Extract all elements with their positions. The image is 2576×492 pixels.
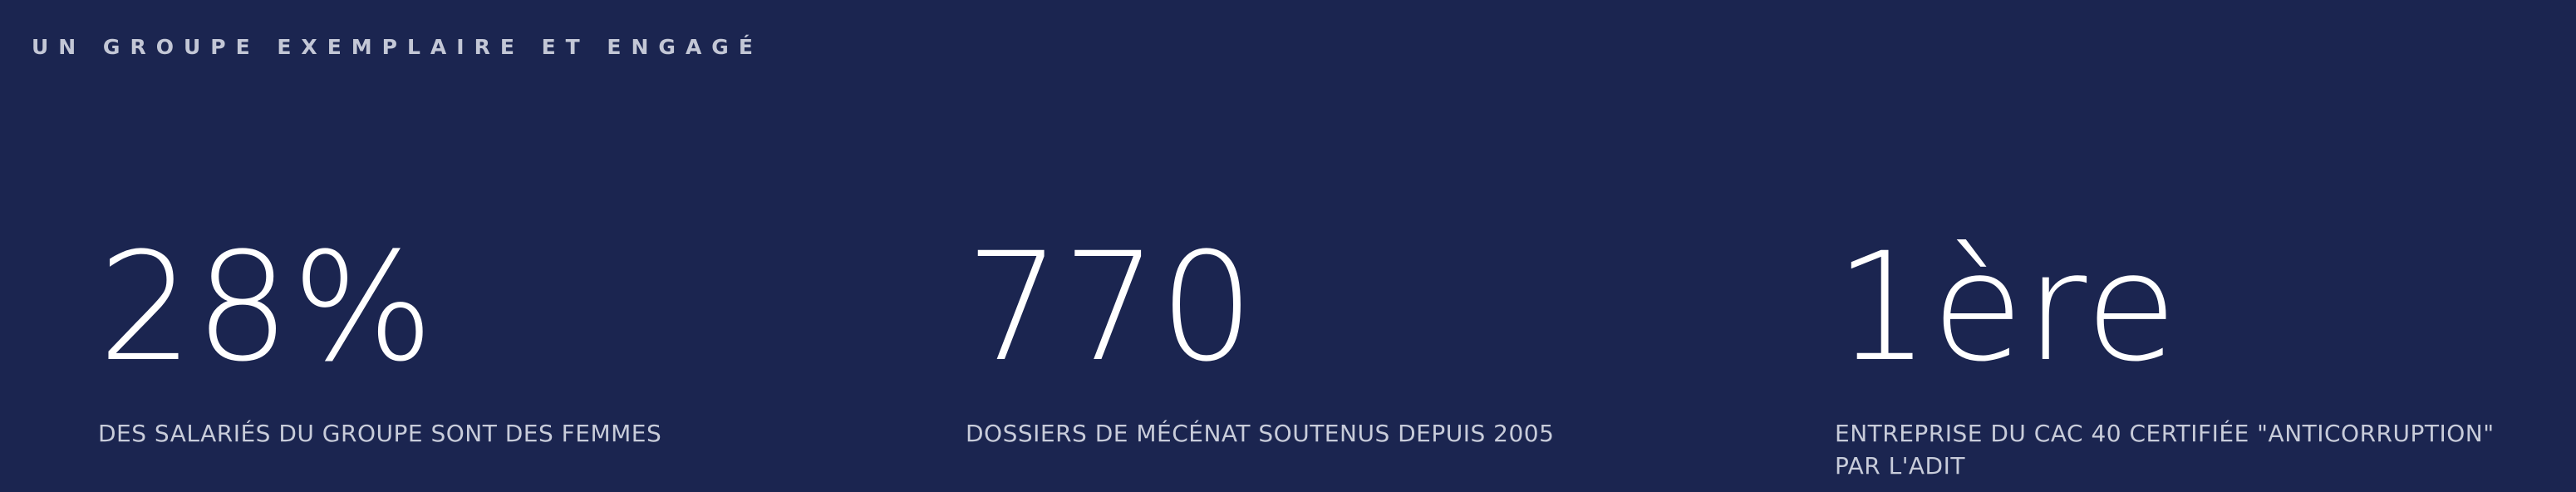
stat-label: DES SALARIÉS DU GROUPE SONT DES FEMMES [98, 417, 846, 450]
stat-label-line: DOSSIERS DE MÉCÉNAT SOUTENUS DEPUIS 2005 [966, 420, 1555, 447]
stat-value: 28% [98, 221, 436, 395]
stat-anticorruption-certification: 1ère ENTREPRISE DU CAC 40 CERTIFIÉE "ANT… [1835, 229, 2576, 482]
stat-value: 1ère [1835, 221, 2180, 395]
stat-label: ENTREPRISE DU CAC 40 CERTIFIÉE "ANTICORR… [1835, 417, 2576, 482]
stat-label: DOSSIERS DE MÉCÉNAT SOUTENUS DEPUIS 2005 [966, 417, 1713, 450]
stat-patronage-projects: 770 DOSSIERS DE MÉCÉNAT SOUTENUS DEPUIS … [966, 229, 1713, 450]
engagement-section: UN GROUPE EXEMPLAIRE ET ENGAGÉ 28% DES S… [0, 0, 2576, 492]
stat-label-line: DES SALARIÉS DU GROUPE SONT DES FEMMES [98, 420, 662, 447]
stat-label-line: ENTREPRISE DU CAC 40 CERTIFIÉE "ANTICORR… [1835, 420, 2495, 447]
stat-label-line: PAR L'ADIT [1835, 452, 1965, 480]
stat-women-employees: 28% DES SALARIÉS DU GROUPE SONT DES FEMM… [98, 229, 846, 450]
stat-value: 770 [966, 221, 1256, 395]
section-eyebrow: UN GROUPE EXEMPLAIRE ET ENGAGÉ [32, 35, 763, 59]
